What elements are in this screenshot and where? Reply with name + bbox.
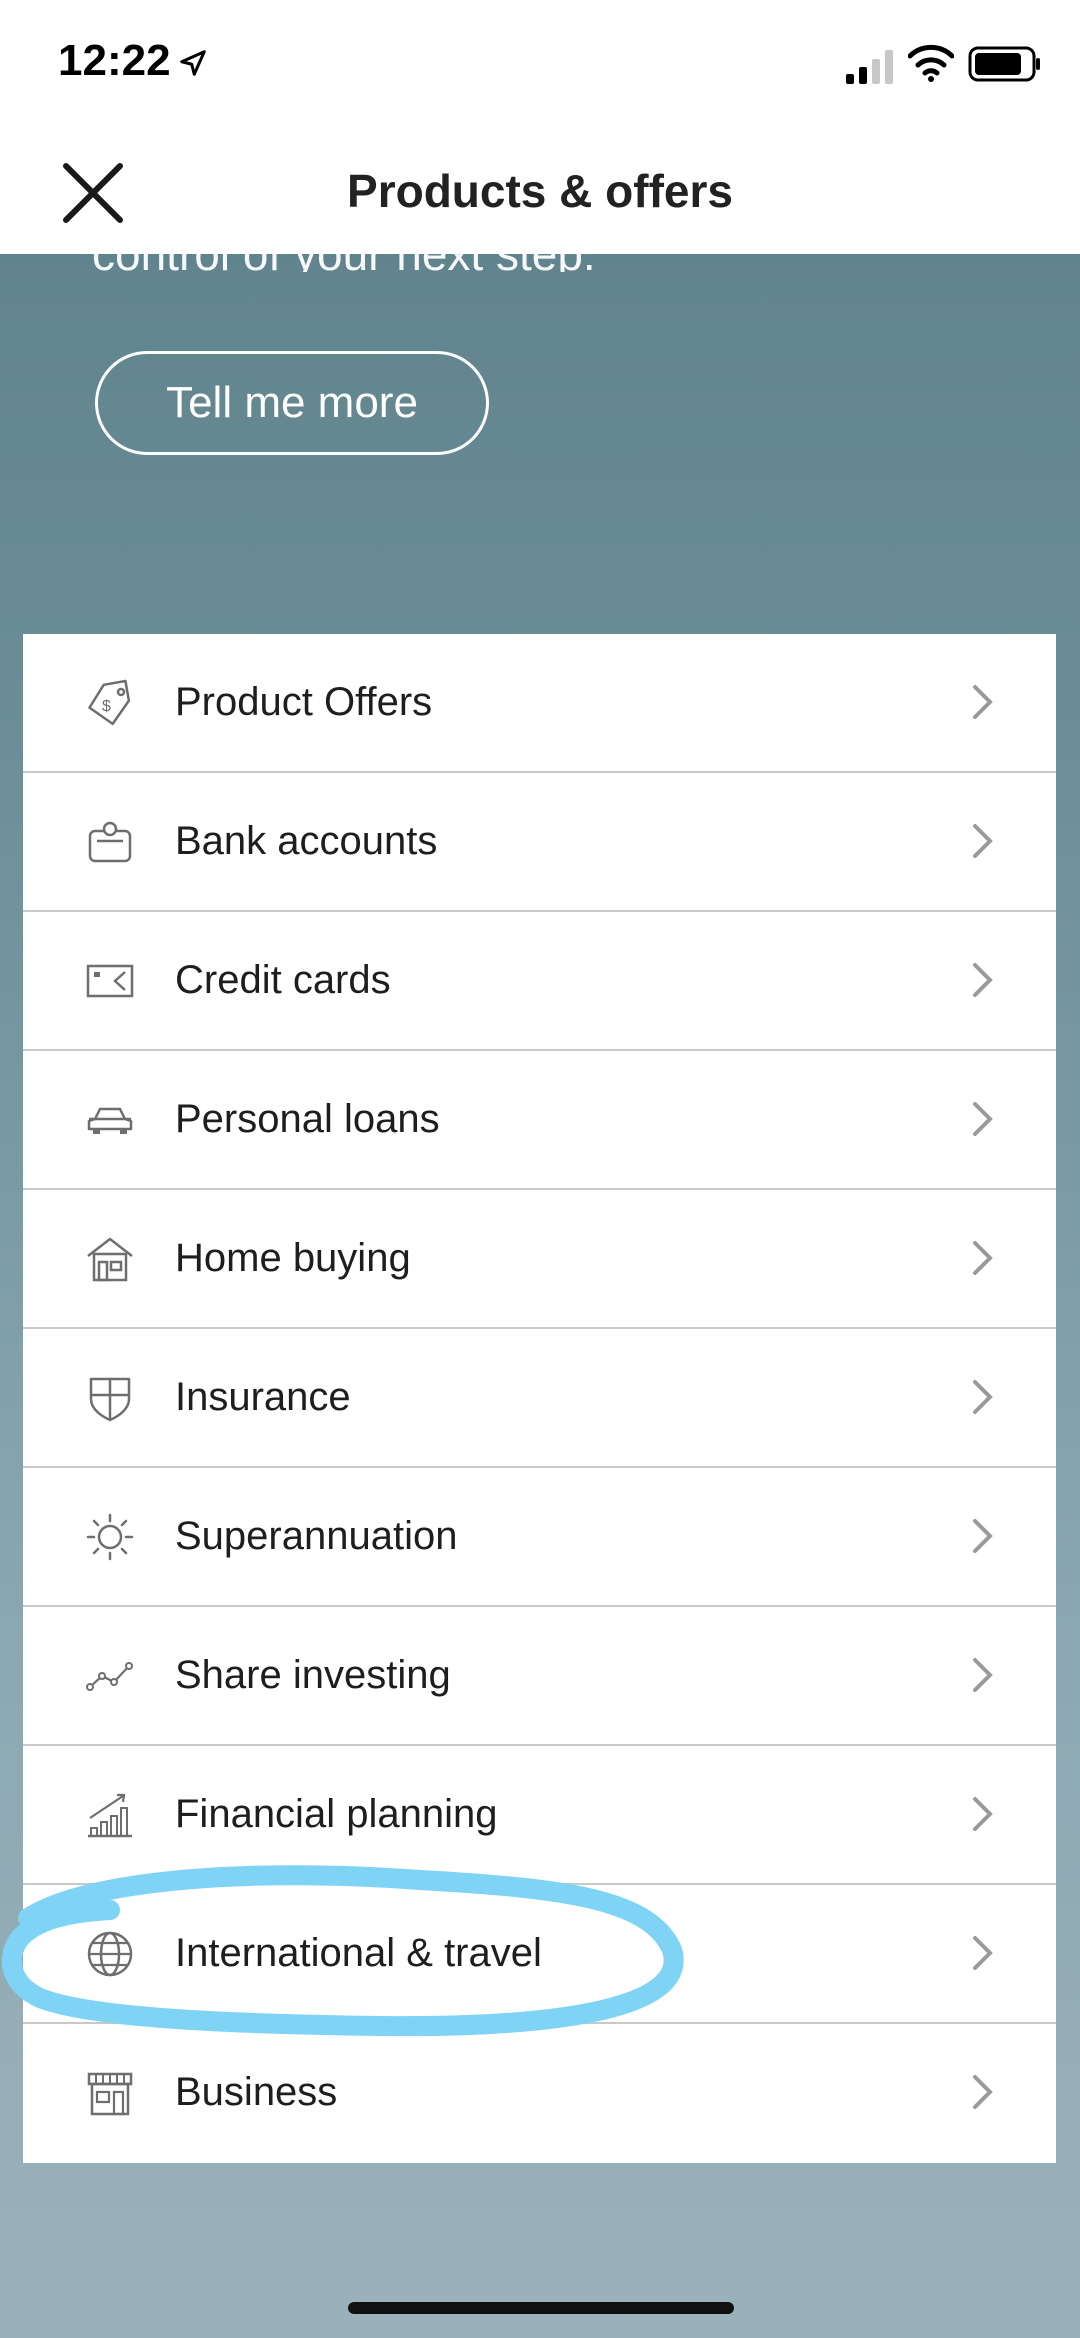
products-menu: $ Product Offers Bank accounts Credit ca… [23,634,1056,2163]
menu-label: Business [175,2070,338,2114]
chevron-right-icon [973,824,993,858]
price-tag-icon: $ [88,679,131,726]
menu-label: Superannuation [175,1514,458,1558]
chevron-right-icon [973,1380,993,1414]
piggy-bank-icon [88,821,132,863]
credit-card-icon [86,964,134,998]
chevron-right-icon [973,1658,993,1692]
cellular-signal-icon [846,50,893,84]
menu-item-personal-loans[interactable]: Personal loans [23,1051,1056,1190]
car-icon [87,1107,133,1134]
menu-label: Product Offers [175,680,433,724]
menu-item-financial-planning[interactable]: Financial planning [23,1746,1056,1885]
menu-label: Credit cards [175,958,391,1002]
menu-item-bank-accounts[interactable]: Bank accounts [23,773,1056,912]
bar-growth-icon [88,1793,132,1838]
menu-item-credit-cards[interactable]: Credit cards [23,912,1056,1051]
menu-label: Home buying [175,1236,411,1280]
tell-me-more-button[interactable]: Tell me more [95,351,489,455]
menu-item-superannuation[interactable]: Superannuation [23,1468,1056,1607]
menu-item-home-buying[interactable]: Home buying [23,1190,1056,1329]
svg-text:$: $ [102,698,111,715]
location-arrow-icon [180,50,206,76]
shield-icon [89,1377,131,1422]
menu-item-share-investing[interactable]: Share investing [23,1607,1056,1746]
page-title: Products & offers [347,165,733,217]
chevron-right-icon [973,2075,993,2109]
status-time: 12:22 [58,36,171,85]
chevron-right-icon [973,685,993,719]
menu-label: Personal loans [175,1097,440,1141]
chevron-right-icon [973,1241,993,1275]
menu-label: Insurance [175,1375,351,1419]
battery-icon [968,46,1040,82]
line-trend-icon [86,1662,133,1691]
status-bar: 12:22 [0,0,1080,130]
nav-bar: Products & offers [0,130,1080,254]
menu-item-product-offers[interactable]: $ Product Offers [23,634,1056,773]
menu-label: Share investing [175,1653,451,1697]
chevron-right-icon [973,1936,993,1970]
home-indicator [348,2302,734,2314]
menu-label: Financial planning [175,1792,498,1836]
wifi-icon [908,44,954,82]
house-icon [87,1237,133,1282]
storefront-icon [87,2072,133,2116]
chevron-right-icon [973,963,993,997]
globe-icon [87,1931,133,1977]
menu-item-business[interactable]: Business [23,2024,1056,2163]
chevron-right-icon [973,1519,993,1553]
hero-text: control of your next step. [92,254,596,272]
chevron-right-icon [973,1102,993,1136]
sun-icon [86,1513,134,1561]
menu-label: International & travel [175,1931,542,1975]
menu-item-international-travel[interactable]: International & travel [23,1885,1056,2024]
chevron-right-icon [973,1797,993,1831]
menu-label: Bank accounts [175,819,438,863]
menu-item-insurance[interactable]: Insurance [23,1329,1056,1468]
